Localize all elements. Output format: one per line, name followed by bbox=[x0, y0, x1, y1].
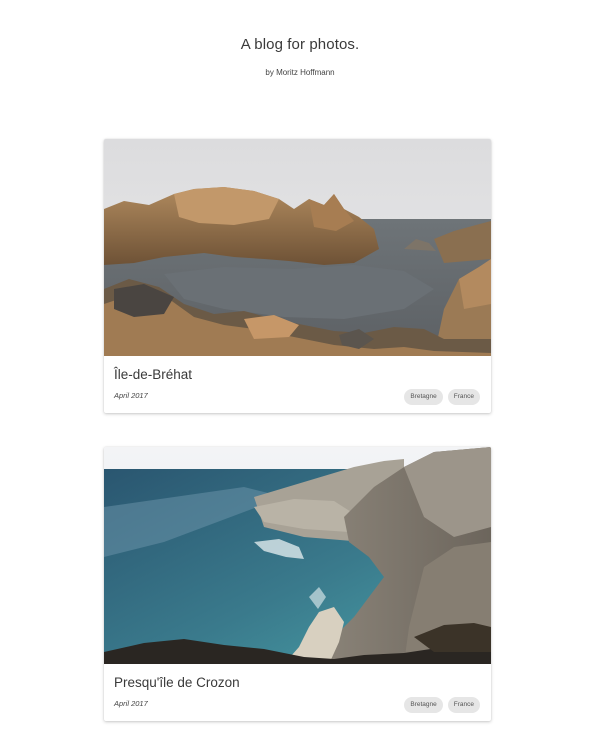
site-title: A blog for photos. bbox=[240, 36, 360, 53]
post-title[interactable]: Presqu'île de Crozon bbox=[114, 675, 240, 690]
post-photo[interactable] bbox=[104, 139, 491, 356]
tag-chip[interactable]: France bbox=[447, 389, 480, 405]
post-date: April 2017 bbox=[114, 391, 148, 400]
tag-chip[interactable]: Bretagne bbox=[404, 389, 443, 405]
post-photo[interactable] bbox=[104, 447, 491, 664]
site-author: by Moritz Hoffmann bbox=[265, 68, 335, 77]
post-date: April 2017 bbox=[114, 699, 148, 708]
post-card[interactable]: Île-de-Bréhat April 2017 Bretagne France bbox=[104, 139, 491, 413]
post-tags: Bretagne France bbox=[404, 697, 480, 713]
post-title[interactable]: Île-de-Bréhat bbox=[114, 367, 192, 382]
post-card[interactable]: Presqu'île de Crozon April 2017 Bretagne… bbox=[104, 447, 491, 721]
tag-chip[interactable]: Bretagne bbox=[404, 697, 443, 713]
post-tags: Bretagne France bbox=[404, 389, 480, 405]
tag-chip[interactable]: France bbox=[447, 697, 480, 713]
